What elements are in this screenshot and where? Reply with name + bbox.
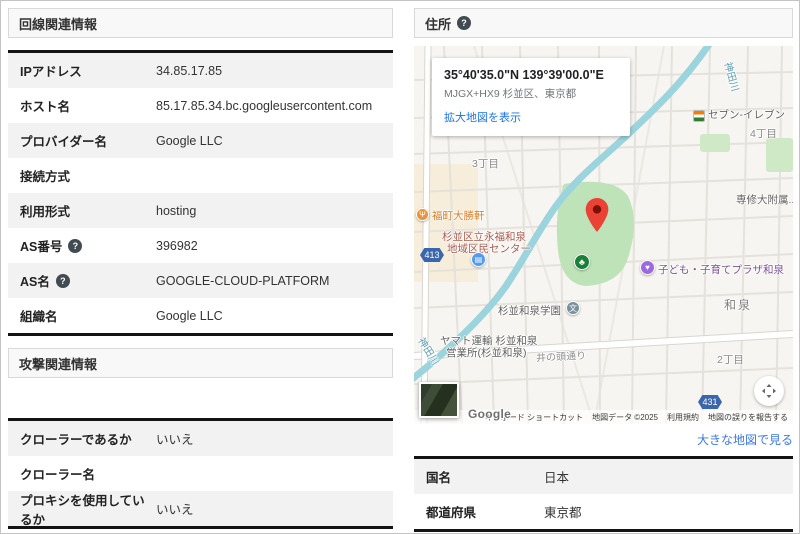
table-row-usage-type: 利用形式 hosting <box>8 193 393 228</box>
enlarge-map-link[interactable]: 拡大地図を表示 <box>444 109 618 125</box>
section-header-line-info: 回線関連情報 <box>8 8 393 38</box>
row-label-text: 都道府県 <box>426 506 477 520</box>
map-data-text: 地図データ ©2025 <box>592 412 658 422</box>
row-label: IPアドレス <box>8 61 156 80</box>
section-title-attack-info: 攻撃関連情報 <box>19 356 98 372</box>
row-value: hosting <box>156 203 197 218</box>
section-header-address: 住所 ? <box>414 8 793 38</box>
table-row-prefecture: 都道府県 東京都 <box>414 494 793 529</box>
row-label-text: 接続方式 <box>20 170 71 184</box>
terms-link[interactable]: 利用規約 <box>667 412 699 423</box>
route-413-shield: 413 <box>420 248 444 262</box>
table-row-as-name: AS名 ? GOOGLE-CLOUD-PLATFORM <box>8 263 393 298</box>
row-label-text: ホスト名 <box>20 100 71 114</box>
row-label: 接続方式 <box>8 166 156 185</box>
row-label-text: クローラー名 <box>20 468 96 482</box>
izumi-district-label: 和泉 <box>724 298 753 312</box>
seven-eleven-marker-icon[interactable] <box>693 110 705 122</box>
row-value: Google LLC <box>156 308 223 323</box>
line-info-table: IPアドレス 34.85.17.85 ホスト名 85.17.85.34.bc.g… <box>8 50 393 336</box>
seven-eleven-label: セブン-イレブン <box>708 109 785 121</box>
row-value: 東京都 <box>544 506 582 520</box>
inokashira-street-label: 井の頭通り <box>535 350 587 365</box>
kodomo-plaza-label: 子ども・子育てプラザ和泉 <box>658 264 784 276</box>
address-panel: 住所 ? 35°40'35.0"N 139°39'00.0"E MJGX+HX9… <box>414 8 793 532</box>
row-label-text: 国名 <box>426 471 452 485</box>
google-map[interactable]: 35°40'35.0"N 139°39'00.0"E MJGX+HX9 杉並区、… <box>414 46 793 424</box>
pan-arrows-icon <box>762 384 776 398</box>
row-value: 396982 <box>156 238 198 253</box>
school-marker-icon[interactable]: 文 <box>566 301 580 315</box>
row-value: 85.17.85.34.bc.googleusercontent.com <box>156 98 373 113</box>
park-marker-icon[interactable]: ♣ <box>574 254 590 270</box>
row-label: クローラー名 <box>8 464 156 483</box>
route-431-shield: 431 <box>698 395 722 409</box>
row-label-text: IPアドレス <box>20 65 82 79</box>
row-label: プロキシを使用しているか <box>8 490 156 528</box>
chome3-label: 3丁目 <box>472 158 499 170</box>
row-value: いいえ <box>156 503 194 517</box>
table-row-country: 国名 日本 <box>414 459 793 494</box>
table-row-is-crawler: クローラーであるか いいえ <box>8 421 393 456</box>
community-center-marker-icon[interactable]: ▤ <box>471 252 486 267</box>
satellite-toggle[interactable] <box>419 382 459 418</box>
help-icon[interactable]: ? <box>457 16 472 30</box>
section-title-line-info: 回線関連情報 <box>19 16 98 32</box>
row-label-text: 利用形式 <box>20 205 71 219</box>
row-label-text: クローラーであるか <box>20 433 132 447</box>
row-label-text: 組織名 <box>20 310 58 324</box>
help-icon[interactable]: ? <box>68 238 83 253</box>
row-label: 利用形式 <box>8 201 156 220</box>
pan-control[interactable] <box>754 376 784 406</box>
table-row-hostname: ホスト名 85.17.85.34.bc.googleusercontent.co… <box>8 88 393 123</box>
senshu-label: 専修大附属... <box>736 194 793 206</box>
section-title-address: 住所 <box>425 16 452 32</box>
taishoken-label: 福町大勝軒 <box>432 210 485 222</box>
line-info-panel: 回線関連情報 IPアドレス 34.85.17.85 ホスト名 85.17.85.… <box>8 8 393 529</box>
row-value: いいえ <box>156 433 194 447</box>
row-label-text: AS番号 <box>20 240 63 254</box>
plus-code-text: MJGX+HX9 杉並区、東京都 <box>444 88 577 100</box>
larger-map-row: 大きな地図で見る <box>414 431 793 448</box>
address-table: 国名 日本 都道府県 東京都 <box>414 456 793 532</box>
row-value: 34.85.17.85 <box>156 63 223 78</box>
row-label-text: プロキシを使用しているか <box>20 493 145 527</box>
row-label: AS名 ? <box>8 271 156 290</box>
row-value: GOOGLE-CLOUD-PLATFORM <box>156 273 330 288</box>
row-label: プロバイダー名 <box>8 131 156 150</box>
map-info-window: 35°40'35.0"N 139°39'00.0"E MJGX+HX9 杉並区、… <box>432 58 630 136</box>
report-error-link[interactable]: 地図の誤りを報告する <box>708 412 788 423</box>
table-row-as-number: AS番号 ? 396982 <box>8 228 393 263</box>
row-value: Google LLC <box>156 133 223 148</box>
yamato-label-2: 営業所(杉並和泉) <box>446 347 527 359</box>
row-label: 都道府県 <box>414 502 544 521</box>
chome4-label: 4丁目 <box>750 128 777 140</box>
section-header-attack-info: 攻撃関連情報 <box>8 348 393 378</box>
table-row-connection: 接続方式 <box>8 158 393 193</box>
row-label: 国名 <box>414 467 544 486</box>
chome2-label: 2丁目 <box>717 354 744 366</box>
help-icon[interactable]: ? <box>55 273 70 288</box>
larger-map-link[interactable]: 大きな地図で見る <box>697 433 793 447</box>
table-row-organization: 組織名 Google LLC <box>8 298 393 333</box>
map-pin-icon[interactable] <box>585 198 609 237</box>
kodomo-plaza-marker-icon[interactable]: ♥ <box>640 260 655 275</box>
restaurant-marker-icon[interactable]: Ψ <box>416 208 429 221</box>
school-label: 杉並和泉学園 <box>498 305 561 317</box>
table-row-proxy: プロキシを使用しているか いいえ <box>8 490 393 528</box>
row-label: AS番号 ? <box>8 236 156 255</box>
coordinates-text: 35°40'35.0"N 139°39'00.0"E <box>444 68 604 82</box>
google-logo[interactable]: Google <box>468 407 511 421</box>
row-label: ホスト名 <box>8 96 156 115</box>
row-label: 組織名 <box>8 306 156 325</box>
row-value: 日本 <box>544 471 570 485</box>
row-label-text: プロバイダー名 <box>20 135 108 149</box>
row-label: クローラーであるか <box>8 429 156 448</box>
table-row-provider: プロバイダー名 Google LLC <box>8 123 393 158</box>
community-center-label-2: 地域区民センター <box>447 243 531 255</box>
table-row-crawler-name: クローラー名 <box>8 456 393 491</box>
attack-info-table: クローラーであるか いいえ クローラー名 プロキシを使用しているか いいえ <box>8 418 393 529</box>
table-row-ip: IPアドレス 34.85.17.85 <box>8 53 393 88</box>
row-label-text: AS名 <box>20 275 50 289</box>
